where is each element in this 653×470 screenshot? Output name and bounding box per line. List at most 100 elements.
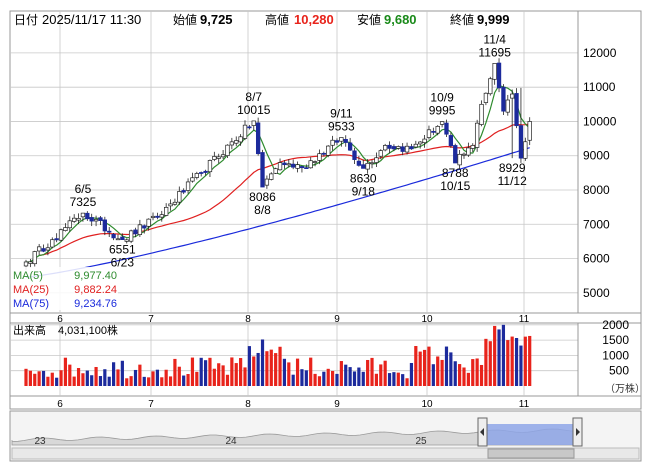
candle-down [85, 212, 90, 220]
candle-up [404, 145, 410, 153]
candle-up [216, 156, 221, 159]
candle-down [291, 163, 296, 168]
navigator-selection[interactable] [484, 424, 576, 445]
navigator-scrollbar-thumb[interactable] [487, 448, 575, 459]
volume-bar-down [260, 339, 265, 386]
volume-bar-up [190, 357, 195, 386]
candle-up [383, 145, 388, 151]
volume-bar-down [344, 364, 348, 386]
volume-bar-up [217, 363, 221, 386]
volume-bar-down [497, 329, 501, 386]
volume-bar-up [243, 367, 247, 386]
volume-unit: （万株） [605, 382, 645, 395]
volume-bar-down [453, 361, 457, 386]
volume-month-label: 10 [421, 399, 433, 410]
volume-bar-up [151, 371, 155, 386]
candle-down [334, 140, 340, 143]
candle-up [207, 160, 213, 173]
candle-up [45, 247, 51, 251]
volume-month-label: 6 [57, 399, 63, 410]
candle-up [422, 138, 427, 143]
volume-bar-up [168, 376, 173, 386]
volume-bar-down [300, 369, 304, 386]
date-label: 日付 [14, 13, 38, 27]
volume-bar-up [252, 356, 256, 386]
volume-bar-down [501, 324, 506, 386]
volume-bar-up [212, 368, 216, 386]
annotation-label: 7325 [70, 195, 97, 209]
volume-month-label: 11 [519, 399, 530, 410]
low-label: 安値 [357, 12, 381, 27]
volume-bar-up [374, 373, 378, 386]
candle-up [212, 156, 217, 160]
candle-up [339, 137, 344, 142]
volume-bar-up [81, 373, 85, 386]
volume-bar-down [387, 373, 392, 386]
candle-up [225, 144, 230, 156]
volume-bar-down [431, 364, 435, 386]
candle-down [120, 236, 125, 240]
candle-up [150, 215, 156, 218]
annotation-label: 8630 [350, 171, 377, 185]
volume-bar-down [133, 369, 138, 386]
volume-bar-up [173, 358, 177, 386]
candle-down [431, 131, 436, 133]
chart-canvas: 12000110001000090008000700060005000 6/57… [9, 10, 645, 462]
volume-bar-up [177, 366, 181, 386]
candle-down [347, 142, 353, 151]
navigator-year-label: 23 [34, 436, 46, 447]
volume-bar-down [352, 371, 357, 386]
candle-down [356, 160, 362, 166]
volume-axis-strip [9, 395, 642, 410]
candle-up [185, 181, 191, 191]
annotation-label: 8/7 [245, 90, 262, 104]
candle-down [496, 62, 502, 89]
candle-up [28, 261, 33, 264]
candle-down [255, 122, 261, 155]
volume-bar-down [120, 360, 124, 386]
candle-up [479, 103, 484, 125]
volume-bar-down [55, 377, 59, 386]
volume-bar-down [392, 372, 396, 386]
volume-bar-up [414, 346, 418, 386]
volume-bar-up [427, 346, 431, 386]
candle-down [142, 225, 147, 229]
candle-down [181, 190, 186, 193]
annotation-label: 11695 [478, 45, 511, 59]
volume-bar-up [274, 353, 278, 386]
candle-down [102, 219, 107, 232]
candle-up [72, 217, 77, 222]
volume-bar-up [138, 364, 142, 386]
date-value: 2025/11/17 11:30 [42, 12, 141, 27]
price-tick-label: 11000 [583, 80, 616, 94]
price-month-label: 10 [421, 314, 433, 325]
candle-down [343, 139, 348, 143]
price-tick-label: 12000 [583, 46, 617, 60]
candle-down [155, 215, 160, 218]
price-tick-label: 7000 [583, 217, 610, 231]
volume-bar-down [90, 375, 94, 386]
annotation-label: 11/12 [498, 174, 527, 188]
candle-up [312, 161, 318, 163]
volume-bar-down [41, 370, 46, 386]
volume-bar-up [475, 358, 479, 386]
volume-bar-up [458, 364, 462, 386]
candle-up [115, 238, 121, 241]
candle-up [488, 78, 493, 95]
candle-up [369, 162, 375, 165]
candle-down [304, 167, 309, 169]
candle-up [50, 239, 55, 248]
volume-bar-up [484, 338, 488, 386]
high-value: 10,280 [294, 12, 334, 27]
candle-up [273, 168, 278, 174]
candle-up [510, 93, 515, 99]
volume-tick-label: 2000 [602, 318, 629, 332]
candle-up [23, 261, 29, 267]
price-month-label: 8 [245, 314, 251, 325]
candle-down [321, 152, 326, 155]
price-tick-label: 6000 [583, 252, 610, 266]
annotation-label: 10015 [237, 103, 271, 117]
navigator-year-label: 25 [415, 436, 427, 447]
volume-bar-down [348, 367, 352, 386]
candle-up [426, 129, 432, 138]
